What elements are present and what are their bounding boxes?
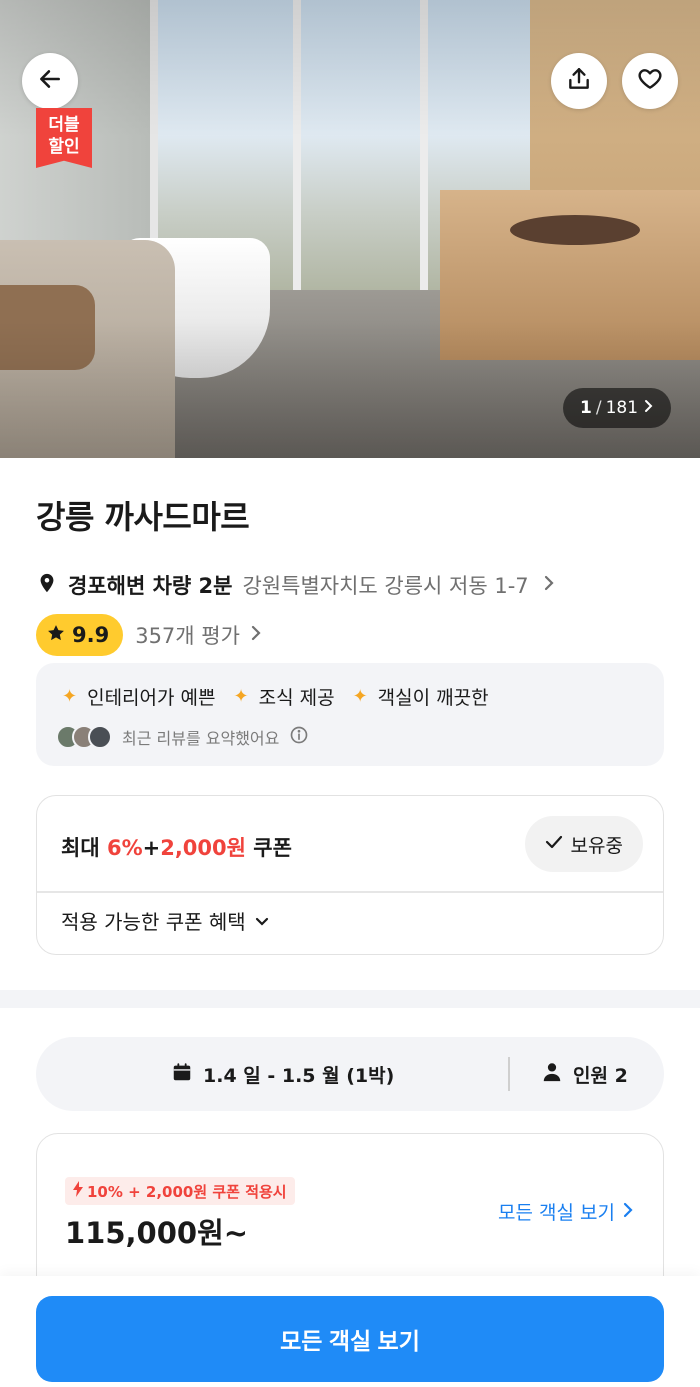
star-icon [46, 623, 66, 648]
review-count: 357개 평가 [135, 624, 240, 648]
hero-photo[interactable]: 더블 할인 1 / 181 [0, 0, 700, 458]
all-rooms-link-label: 모든 객실 보기 [498, 1202, 615, 1224]
heart-icon [637, 66, 663, 96]
date-selector[interactable]: 1.4 일 - 1.5 월 (1박) [171, 1037, 394, 1111]
coupon-title: 최대 6%+2,000원 쿠폰 [61, 832, 292, 862]
divider [37, 891, 663, 893]
info-icon[interactable] [289, 725, 309, 749]
sparkle-icon: ✦ [233, 686, 249, 707]
review-tag: 인테리어가 예쁜 [87, 687, 216, 709]
coupon-benefits-label: 적용 가능한 쿠폰 혜택 [61, 910, 246, 934]
date-guest-selector: 1.4 일 - 1.5 월 (1박) 인원 2 [36, 1037, 664, 1111]
location-pin-icon [36, 571, 58, 600]
review-tag: 조식 제공 [258, 687, 335, 709]
person-icon [541, 1061, 563, 1088]
view-all-rooms-button[interactable]: 모든 객실 보기 [36, 1296, 664, 1382]
review-count-link[interactable]: 357개 평가 [135, 620, 262, 650]
rating-score: 9.9 [72, 623, 110, 647]
double-discount-badge: 더블 할인 [36, 108, 92, 168]
share-icon [566, 66, 592, 96]
review-tag: 객실이 깨끗한 [377, 687, 489, 709]
back-button[interactable] [22, 53, 78, 109]
chevron-right-icon [250, 623, 262, 647]
lightning-icon [73, 1181, 83, 1201]
hotel-name: 강릉 까사드마르 [36, 498, 250, 536]
coupon-owned-button[interactable]: 보유중 [524, 816, 643, 872]
back-arrow-icon [37, 66, 63, 96]
review-tags: ✦ 인테리어가 예쁜 ✦ 조식 제공 ✦ 객실이 깨끗한 [62, 683, 497, 710]
photo-counter-pill[interactable]: 1 / 181 [563, 388, 671, 428]
sparkle-icon: ✦ [352, 686, 368, 707]
badge-line-2: 할인 [48, 137, 80, 157]
coupon-benefits-toggle[interactable]: 적용 가능한 쿠폰 혜택 [61, 906, 270, 935]
coupon-promo-tag: 10% + 2,000원 쿠폰 적용시 [65, 1177, 295, 1205]
price-value: 115,000원~ [65, 1216, 249, 1250]
chevron-down-icon [254, 909, 270, 933]
calendar-icon [171, 1061, 193, 1088]
wishlist-button[interactable] [622, 53, 678, 109]
coupon-plus: + [142, 836, 161, 860]
divider [508, 1057, 510, 1091]
coupon-suffix: 쿠폰 [245, 836, 292, 860]
all-rooms-link[interactable]: 모든 객실 보기 [498, 1198, 633, 1225]
coupon-percent: 6% [106, 836, 143, 860]
summary-note: 최근 리뷰를 요약했어요 [122, 729, 280, 748]
coupon-amount: 2,000원 [160, 836, 246, 860]
owned-label: 보유중 [570, 834, 623, 857]
location-highlight: 경포해변 차량 2분 [68, 574, 233, 598]
chevron-right-icon [623, 1201, 633, 1223]
photo-current-index: 1 [579, 398, 592, 418]
coupon-box: 최대 6%+2,000원 쿠폰 보유중 적용 가능한 쿠폰 혜택 [36, 795, 664, 955]
location-row[interactable]: 경포해변 차량 2분 강원특별자치도 강릉시 저동 1-7 [36, 570, 555, 600]
check-icon [545, 833, 563, 855]
sparkle-icon: ✦ [62, 686, 78, 707]
summary-note-row: 최근 리뷰를 요약했어요 [56, 725, 309, 749]
chevron-right-icon [543, 573, 555, 597]
promo-text: 10% + 2,000원 쿠폰 적용시 [87, 1182, 287, 1201]
avatar [88, 725, 112, 749]
share-button[interactable] [551, 53, 607, 109]
reviewer-avatars [56, 725, 112, 749]
photo-separator: / [595, 398, 602, 418]
rating-row[interactable]: 9.9 357개 평가 [36, 614, 262, 656]
guest-count: 인원 2 [573, 1064, 628, 1087]
rating-badge: 9.9 [36, 614, 124, 656]
date-range: 1.4 일 - 1.5 월 (1박) [203, 1064, 395, 1087]
chevron-right-icon [642, 398, 654, 418]
photo-total-count: 181 [605, 398, 639, 418]
badge-line-1: 더블 [48, 115, 80, 135]
section-divider [0, 990, 700, 1008]
guest-selector[interactable]: 인원 2 [541, 1037, 628, 1111]
coupon-prefix: 최대 [61, 836, 107, 860]
address-text: 강원특별자치도 강릉시 저동 1-7 [242, 574, 529, 598]
bottom-action-bar: 모든 객실 보기 [0, 1276, 700, 1387]
review-summary-box: ✦ 인테리어가 예쁜 ✦ 조식 제공 ✦ 객실이 깨끗한 최근 리뷰를 요약했어… [36, 663, 664, 766]
